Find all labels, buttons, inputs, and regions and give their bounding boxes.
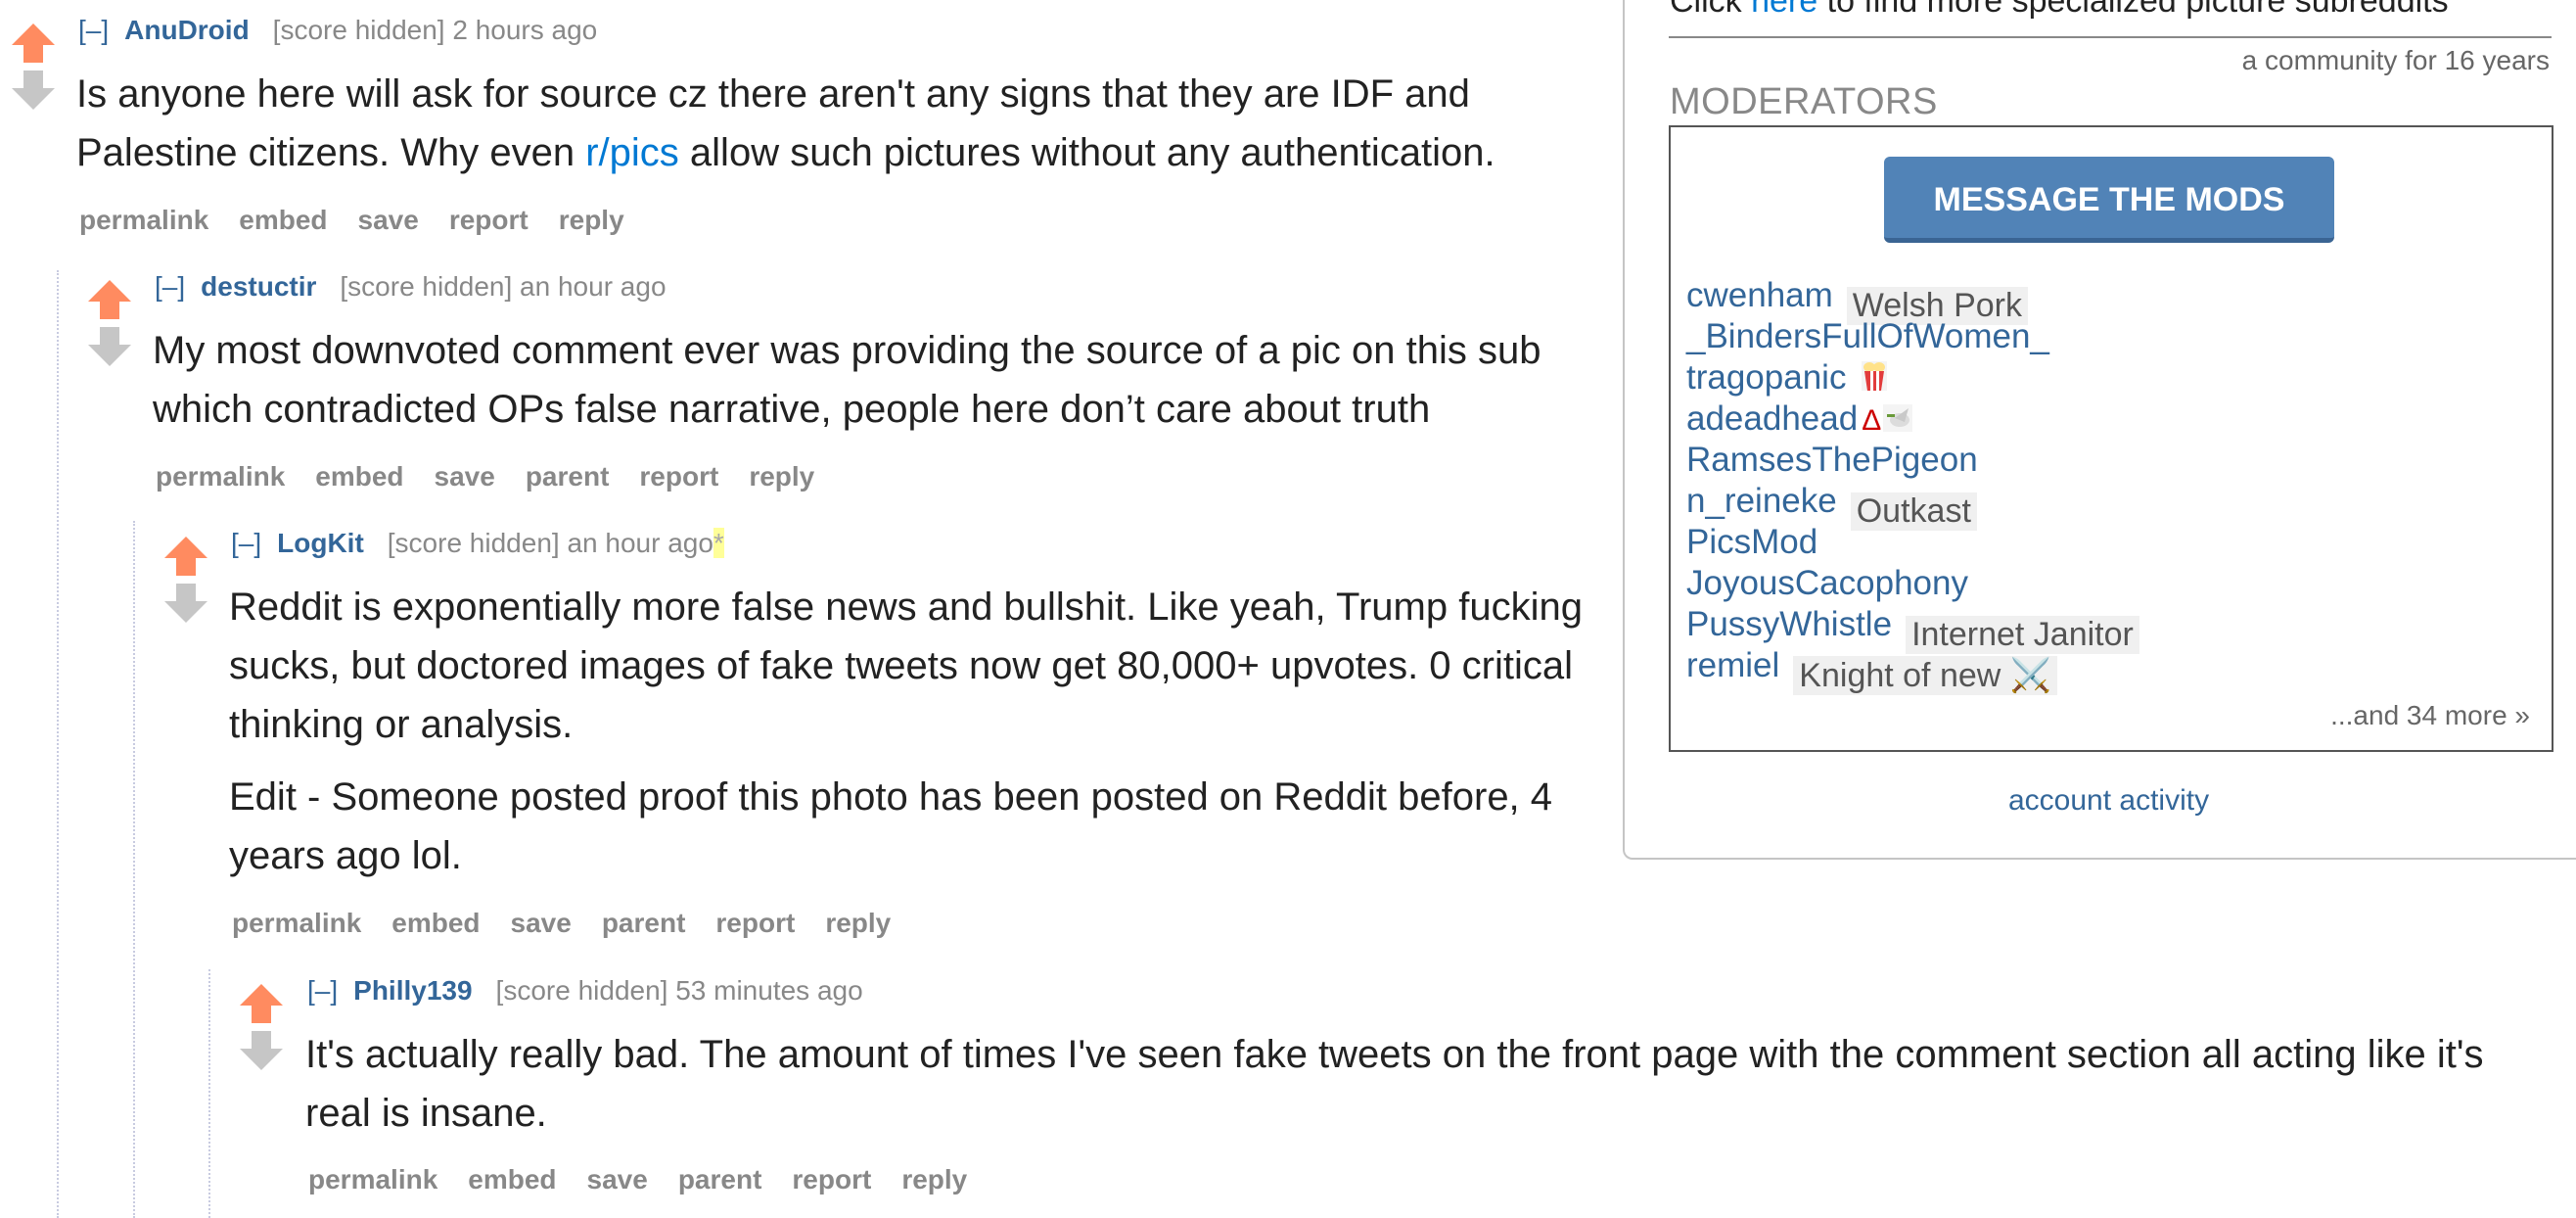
save-button[interactable]: save — [435, 461, 495, 492]
moderator-link[interactable]: remiel — [1686, 646, 1779, 684]
report-button[interactable]: report — [449, 205, 529, 235]
downvote-arrow-icon[interactable] — [238, 1029, 285, 1072]
permalink-button[interactable]: permalink — [232, 908, 361, 938]
comment-author[interactable]: LogKit — [277, 528, 364, 558]
report-button[interactable]: report — [715, 908, 795, 938]
permalink-button[interactable]: permalink — [79, 205, 208, 235]
collapse-toggle[interactable]: [–] — [307, 975, 338, 1006]
downvote-arrow-icon[interactable] — [10, 69, 57, 112]
parent-button[interactable]: parent — [526, 461, 610, 492]
comment-author[interactable]: Philly139 — [353, 975, 472, 1006]
moderator-link[interactable]: PicsMod — [1686, 523, 1817, 561]
moderator-item: adeadhead Δ — [1686, 399, 1913, 439]
community-age: a community for 16 years — [2241, 45, 2550, 75]
embed-button[interactable]: embed — [391, 908, 480, 938]
report-button[interactable]: report — [639, 461, 718, 492]
sidebar-divider — [1669, 36, 2552, 38]
collapse-toggle[interactable]: [–] — [231, 528, 261, 558]
moderator-link[interactable]: adeadhead — [1686, 399, 1858, 438]
popcorn-icon — [1862, 361, 1888, 391]
moderator-item: JoyousCacophony — [1686, 564, 1968, 603]
comment-meta: [score hidden] 2 hours ago — [272, 15, 598, 45]
message-the-mods-button[interactable]: MESSAGE THE MODS — [1884, 157, 2334, 243]
moderator-item: PicsMod — [1686, 523, 1817, 562]
moderator-link[interactable]: RamsesThePigeon — [1686, 441, 1978, 479]
thread-line-depth3 — [208, 969, 210, 1218]
comment-actions: permalink embed save report reply — [79, 205, 655, 236]
subreddit-link[interactable]: r/pics — [585, 131, 679, 174]
moderator-link[interactable]: tragopanic — [1686, 358, 1846, 397]
downvote-arrow-icon[interactable] — [162, 582, 209, 625]
comment-body: My most downvoted comment ever was provi… — [153, 329, 1541, 431]
comment-meta: [score hidden] an hour ago — [387, 528, 713, 558]
reply-button[interactable]: reply — [901, 1164, 967, 1195]
permalink-button[interactable]: permalink — [156, 461, 285, 492]
moderator-item: remiel Knight of new ⚔️ — [1686, 646, 2058, 695]
comment-actions: permalink embed save parent report reply — [156, 461, 845, 492]
comment-tagline: [–] destuctir [score hidden] an hour ago — [155, 271, 667, 303]
upvote-arrow-icon[interactable] — [238, 982, 285, 1025]
delta-icon: Δ — [1862, 404, 1882, 437]
embed-button[interactable]: embed — [315, 461, 403, 492]
comment-body: Is anyone here will ask for source cz th… — [76, 72, 1495, 174]
moderator-link[interactable]: PussyWhistle — [1686, 605, 1892, 643]
permalink-button[interactable]: permalink — [308, 1164, 437, 1195]
reply-button[interactable]: reply — [825, 908, 891, 938]
comment-tagline: [–] Philly139 [score hidden] 53 minutes ag… — [307, 975, 863, 1007]
moderator-link[interactable]: n_reineke — [1686, 482, 1837, 520]
moderator-item: tragopanic — [1686, 358, 1889, 398]
account-activity-link[interactable]: account activity — [2008, 784, 2209, 818]
comment-body: It's actually really bad. The amount of … — [305, 1033, 2484, 1135]
upvote-arrow-icon[interactable] — [10, 22, 57, 65]
comment-meta: [score hidden] 53 minutes ago — [495, 975, 863, 1006]
more-moderators-link[interactable]: ...and 34 more » — [2330, 700, 2530, 731]
comment-tagline: [–] LogKit [score hidden] an hour ago* — [231, 528, 724, 559]
subreddits-here-link[interactable]: here — [1751, 0, 1817, 20]
collapse-toggle[interactable]: [–] — [78, 15, 109, 45]
moderator-link[interactable]: cwenham — [1686, 276, 1833, 314]
report-button[interactable]: report — [792, 1164, 871, 1195]
moderator-link[interactable]: JoyousCacophony — [1686, 564, 1968, 602]
moderator-flair: Outkast — [1850, 492, 1977, 531]
sidebar-subreddits-note: Click here to find more specialized pict… — [1670, 0, 2449, 21]
comment-actions: permalink embed save parent report reply — [232, 908, 921, 939]
edited-marker: * — [713, 528, 724, 558]
moderator-flair: Knight of new ⚔️ — [1793, 656, 2058, 695]
moderator-link[interactable]: _BindersFullOfWomen_ — [1686, 317, 2049, 355]
save-button[interactable]: save — [511, 908, 572, 938]
collapse-toggle[interactable]: [–] — [155, 271, 185, 302]
save-button[interactable]: save — [358, 205, 419, 235]
comment-author[interactable]: AnuDroid — [124, 15, 250, 45]
comment-actions: permalink embed save parent report reply — [308, 1164, 997, 1195]
comment-tagline: [–] AnuDroid [score hidden] 2 hours ago — [78, 15, 597, 46]
downvote-arrow-icon[interactable] — [86, 325, 133, 368]
parent-button[interactable]: parent — [602, 908, 686, 938]
moderators-heading: MODERATORS — [1670, 81, 1938, 122]
embed-button[interactable]: embed — [239, 205, 327, 235]
comment-meta: [score hidden] an hour ago — [340, 271, 667, 302]
reply-button[interactable]: reply — [749, 461, 814, 492]
thread-line-depth2 — [133, 521, 135, 1218]
thread-line-depth1 — [57, 270, 59, 1218]
comment-author[interactable]: destuctir — [201, 271, 316, 302]
upvote-arrow-icon[interactable] — [162, 535, 209, 578]
comment-body: Reddit is exponentially more false news … — [229, 586, 1583, 877]
reply-button[interactable]: reply — [559, 205, 624, 235]
dove-icon — [1883, 404, 1913, 432]
embed-button[interactable]: embed — [468, 1164, 556, 1195]
moderator-item: _BindersFullOfWomen_ — [1686, 317, 2049, 356]
save-button[interactable]: save — [587, 1164, 648, 1195]
upvote-arrow-icon[interactable] — [86, 278, 133, 321]
moderator-item: RamsesThePigeon — [1686, 441, 1978, 480]
parent-button[interactable]: parent — [678, 1164, 762, 1195]
